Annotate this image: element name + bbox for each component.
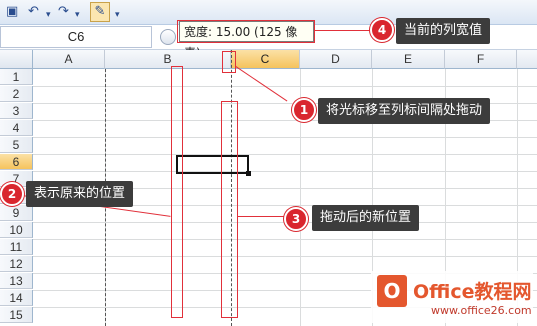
row-header-1[interactable]: 1 [0, 69, 33, 85]
undo-icon[interactable]: ↶ [28, 4, 39, 20]
column-header-f[interactable]: F [445, 50, 517, 69]
selected-cell[interactable] [176, 155, 249, 174]
watermark-url: www.office26.com [431, 304, 532, 317]
gridline [33, 154, 537, 155]
callout-badge-3: 3 [284, 207, 308, 231]
gridline [33, 86, 537, 87]
callout-badge-1: 1 [292, 98, 316, 122]
row-header-4[interactable]: 4 [0, 120, 33, 136]
column-header-c[interactable]: C [231, 50, 300, 69]
name-box-dropdown-icon[interactable] [160, 29, 176, 45]
fill-handle[interactable] [246, 171, 251, 176]
column-header-d[interactable]: D [300, 50, 372, 69]
row-header-15[interactable]: 15 [0, 307, 33, 323]
customize-icon[interactable]: ▾ [115, 7, 120, 23]
watermark: O Office教程网 www.office26.com [371, 271, 533, 323]
row-header-9[interactable]: 9 [0, 205, 33, 221]
new-position-highlight [221, 101, 238, 318]
gridline [33, 137, 537, 138]
tooltip-highlight [177, 20, 315, 43]
callout-4: 当前的列宽值 [396, 18, 491, 44]
row-header-13[interactable]: 13 [0, 273, 33, 289]
column-divider-highlight [222, 51, 236, 73]
save-icon[interactable]: ▣ [6, 4, 18, 20]
row-header-14[interactable]: 14 [0, 290, 33, 306]
select-all-button[interactable] [0, 50, 33, 69]
callout-badge-4: 4 [370, 18, 394, 42]
format-icon[interactable]: ✎ [90, 2, 110, 22]
name-box[interactable]: C6 [0, 26, 152, 48]
row-header-5[interactable]: 5 [0, 137, 33, 153]
row-header-2[interactable]: 2 [0, 86, 33, 102]
row-header-3[interactable]: 3 [0, 103, 33, 119]
row-header-11[interactable]: 11 [0, 239, 33, 255]
column-header-e[interactable]: E [372, 50, 445, 69]
redo-icon[interactable]: ↷ [58, 4, 69, 20]
callout-3: 拖动后的新位置 [312, 205, 420, 231]
callout-badge-2: 2 [0, 182, 24, 206]
callout-1: 将光标移至列标间隔处拖动 [318, 98, 491, 124]
row-header-10[interactable]: 10 [0, 222, 33, 238]
arrow-line-1 [235, 66, 288, 102]
column-header-a[interactable]: A [33, 50, 105, 69]
row-header-12[interactable]: 12 [0, 256, 33, 272]
gridline [33, 171, 537, 172]
redo-dropdown-icon[interactable]: ▾ [75, 7, 80, 23]
column-header-b[interactable]: B [105, 50, 231, 69]
arrow-line-3 [238, 216, 286, 217]
row-header-6[interactable]: 6 [0, 154, 33, 170]
original-position-highlight [171, 66, 183, 318]
office-logo-icon: O [377, 275, 407, 307]
gridline [33, 256, 537, 257]
gridline [33, 239, 537, 240]
arrow-line-4 [315, 30, 371, 31]
undo-dropdown-icon[interactable]: ▾ [46, 7, 51, 23]
callout-2: 表示原来的位置 [26, 181, 134, 207]
column-header-g[interactable] [517, 50, 537, 69]
watermark-brand: Office教程网 [413, 281, 532, 303]
